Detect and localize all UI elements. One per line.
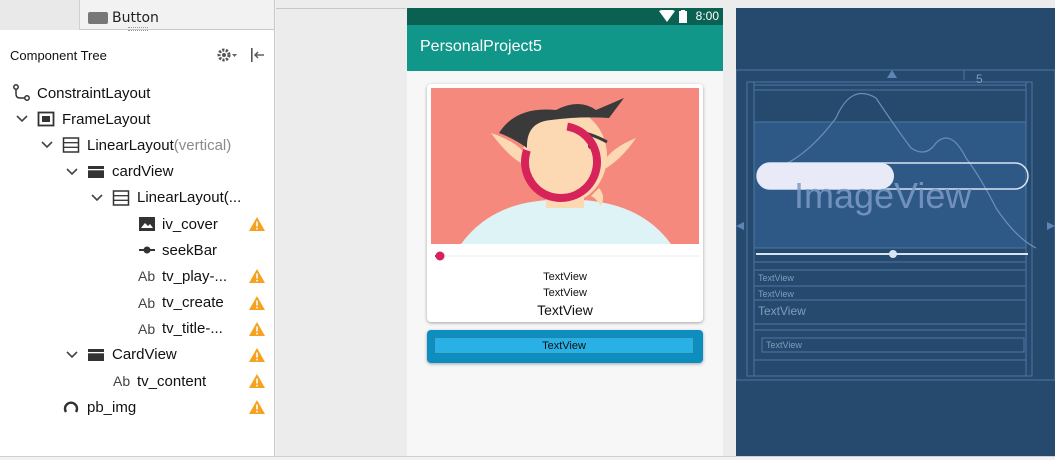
seekbar[interactable] <box>431 250 699 262</box>
tree-node-label: pb_img <box>87 398 137 416</box>
tree-node-iv-cover[interactable]: iv_cover <box>0 211 274 237</box>
textview-icon: Ab <box>138 294 156 311</box>
tree-node-constraintlayout[interactable]: ConstraintLayout <box>0 80 274 106</box>
canvas-divider <box>276 8 406 9</box>
textview-icon: Ab <box>113 373 131 390</box>
textview-icon: Ab <box>138 268 156 285</box>
battery-icon <box>679 10 687 23</box>
constraint-layout-icon <box>13 84 30 102</box>
tree-node-label: FrameLayout <box>62 110 151 128</box>
gear-icon[interactable] <box>216 46 238 64</box>
blueprint-outlines <box>736 69 1055 381</box>
cardview-2[interactable]: TextView <box>427 330 703 363</box>
textview-icon: Ab <box>138 320 156 337</box>
chevron-down-icon[interactable] <box>90 191 104 205</box>
splitter-handle[interactable] <box>128 27 148 31</box>
tree-node-label: LinearLayout(... <box>137 189 242 207</box>
wifi-icon <box>659 10 675 22</box>
design-preview[interactable]: 8:00 PersonalProject5 TextView TextView … <box>407 8 723 456</box>
bottom-border <box>0 456 1055 460</box>
palette-item-label: Button <box>112 10 159 26</box>
tv-play-text: TextView <box>543 271 587 283</box>
tree-node-pb-img[interactable]: pb_img <box>0 394 274 420</box>
image-view-icon <box>139 217 155 232</box>
status-bar: 8:00 <box>407 8 723 25</box>
cardview-icon <box>88 348 104 361</box>
blueprint-view[interactable]: ImageView TextView TextView TextView Tex… <box>736 8 1055 456</box>
cardview[interactable]: TextView TextView TextView <box>427 84 703 322</box>
tree-toolbar <box>216 46 266 64</box>
chevron-down-icon[interactable] <box>65 348 79 362</box>
tv-content[interactable]: TextView <box>434 337 694 354</box>
chevron-down-icon[interactable] <box>15 112 29 126</box>
palette-item-button[interactable]: Button <box>88 8 159 28</box>
blueprint-tv-create: TextView <box>758 289 794 299</box>
tv-title-text: TextView <box>537 302 593 318</box>
tv-create-text: TextView <box>543 287 587 299</box>
tv-content-text: TextView <box>542 340 586 352</box>
layout-editor: Button Component Tree ConstraintLayout F… <box>0 0 1055 460</box>
tree-node-tv-play[interactable]: Ab tv_play-... <box>0 263 274 289</box>
linear-layout-icon <box>112 190 130 206</box>
tree-node-cardview-2[interactable]: CardView <box>0 342 274 368</box>
warning-icon[interactable] <box>248 295 266 311</box>
blueprint-margin-label: 5 <box>976 72 983 86</box>
progressbar-icon <box>63 401 79 414</box>
component-tree-title: Component Tree <box>10 47 107 63</box>
component-tree: ConstraintLayout FrameLayout LinearLayou… <box>0 80 274 420</box>
chevron-down-icon[interactable] <box>40 138 54 152</box>
seekbar-icon <box>139 246 155 254</box>
app-title: PersonalProject5 <box>420 38 542 55</box>
tree-node-framelayout[interactable]: FrameLayout <box>0 106 274 132</box>
palette-strip: Button <box>0 0 274 31</box>
tree-node-tv-content[interactable]: Ab tv_content <box>0 368 274 394</box>
warning-icon[interactable] <box>248 268 266 284</box>
warning-icon[interactable] <box>248 399 266 415</box>
app-bar: PersonalProject5 <box>407 25 723 71</box>
tree-node-tv-create[interactable]: Ab tv_create <box>0 290 274 316</box>
warning-icon[interactable] <box>248 347 266 363</box>
tree-node-linearlayout-vertical[interactable]: LinearLayout(vertical) <box>0 132 274 158</box>
component-tree-panel: Button Component Tree ConstraintLayout F… <box>0 0 275 456</box>
tree-node-label: cardView <box>112 163 174 181</box>
tree-node-label: tv_title-... <box>162 320 223 338</box>
cover-illustration <box>431 88 699 244</box>
tree-node-cardview[interactable]: cardView <box>0 159 274 185</box>
palette-categories[interactable] <box>0 0 80 30</box>
tree-node-label: iv_cover <box>162 215 218 233</box>
status-time: 8:00 <box>695 9 719 23</box>
tree-node-label: CardView <box>112 346 177 364</box>
tree-node-linearlayout[interactable]: LinearLayout(... <box>0 185 274 211</box>
tree-node-label: ConstraintLayout <box>37 84 151 102</box>
tree-node-label: LinearLayout(vertical) <box>87 136 232 154</box>
blueprint-imageview-label: ImageView <box>794 175 972 216</box>
blueprint-tv-play: TextView <box>758 273 794 283</box>
frame-layout-icon <box>37 111 55 127</box>
chevron-down-icon[interactable] <box>65 165 79 179</box>
warning-icon[interactable] <box>248 321 266 337</box>
seekbar-thumb[interactable] <box>435 251 445 261</box>
tree-node-label: tv_create <box>162 294 224 312</box>
tree-node-label: seekBar <box>162 241 218 259</box>
collapse-all-icon[interactable] <box>248 46 266 64</box>
tree-node-seekbar[interactable]: seekBar <box>0 237 274 263</box>
blueprint-tv-content: TextView <box>766 340 802 350</box>
warning-icon[interactable] <box>248 373 266 389</box>
button-widget-icon <box>88 12 108 24</box>
iv-cover-image[interactable] <box>431 88 699 244</box>
blueprint-tv-title: TextView <box>758 304 806 318</box>
cardview-icon <box>88 165 104 178</box>
tree-node-tv-title[interactable]: Ab tv_title-... <box>0 316 274 342</box>
warning-icon[interactable] <box>248 216 266 232</box>
linear-layout-icon <box>62 137 80 154</box>
tree-node-label: tv_content <box>137 372 207 390</box>
tree-node-label: tv_play-... <box>162 267 228 285</box>
